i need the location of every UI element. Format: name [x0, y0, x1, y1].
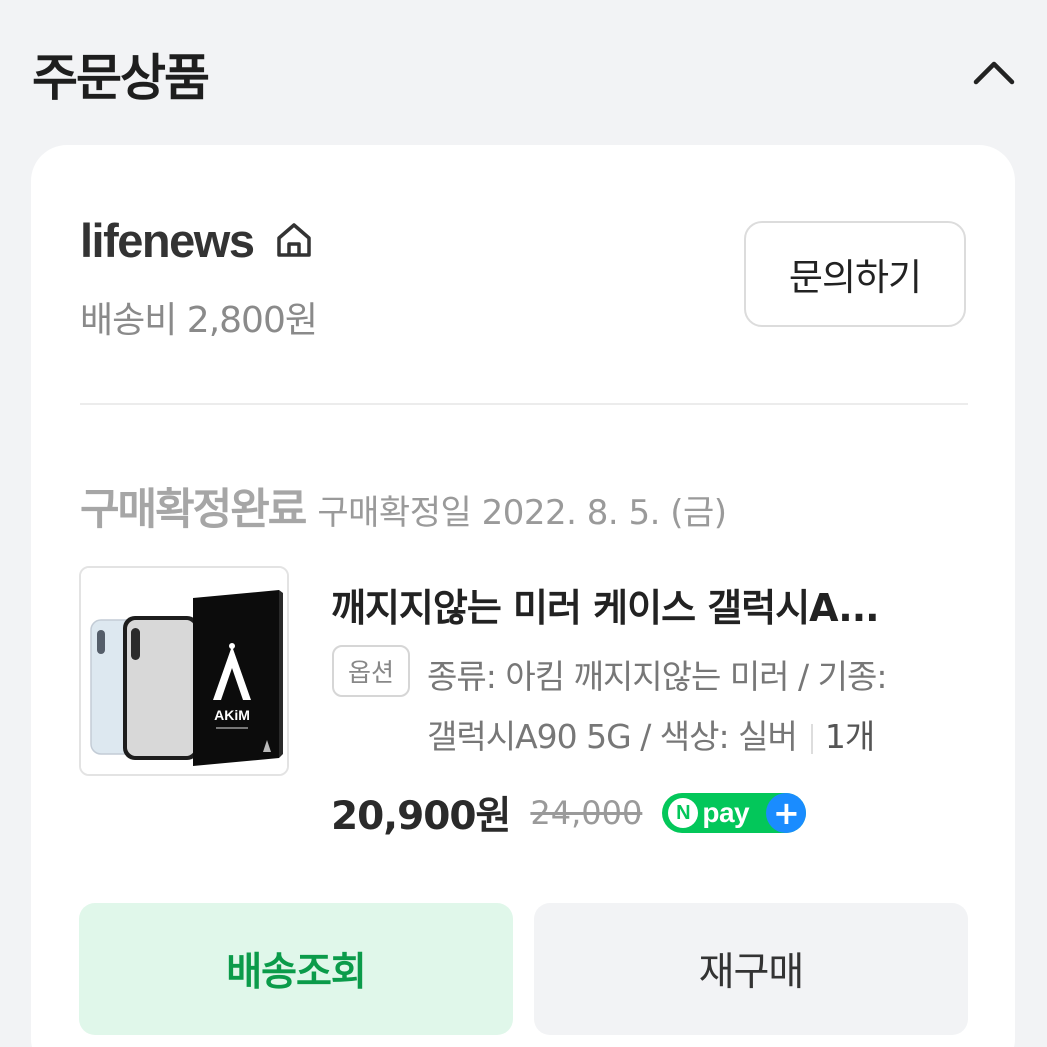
option-line-1: 종류: 아킴 깨지지않는 미러 / 기종: — [427, 657, 887, 696]
sale-price: 20,900원 — [331, 794, 511, 839]
track-delivery-button[interactable]: 배송조회 — [79, 903, 513, 1035]
order-products-header: 주문상품 — [0, 0, 1047, 140]
price-row: 20,900원 24,000 N pay + — [331, 785, 807, 841]
product-options: 종류: 아킴 깨지지않는 미러 / 기종: 갤럭시A90 5G / 색상: 실버… — [427, 647, 972, 767]
order-status-row: 구매확정완료 구매확정일 2022. 8. 5. (금) — [80, 475, 727, 537]
option-line-2: 갤럭시A90 5G / 색상: 실버 1개 — [427, 707, 972, 767]
inquiry-button[interactable]: 문의하기 — [744, 221, 966, 327]
npay-label: pay — [702, 797, 750, 828]
home-icon[interactable] — [274, 220, 314, 260]
seller-name[interactable]: lifenews — [80, 213, 255, 268]
shipping-fee: 배송비 2,800원 — [80, 300, 318, 341]
rebuy-button[interactable]: 재구매 — [534, 903, 968, 1035]
npay-n-icon: N — [668, 798, 699, 828]
product-thumbnail[interactable]: AKiM — [79, 566, 289, 776]
order-card: lifenews 배송비 2,800원 문의하기 구매확정완료 구매확정일 202… — [31, 145, 1015, 1047]
section-title: 주문상품 — [32, 49, 210, 107]
option-badge: 옵션 — [332, 645, 410, 697]
chevron-up-icon — [973, 61, 1015, 85]
order-status: 구매확정완료 — [80, 485, 307, 535]
collapse-button[interactable] — [968, 46, 1020, 98]
quantity: 1개 — [824, 717, 875, 756]
option-values: 갤럭시A90 5G / 색상: 실버 — [427, 717, 798, 756]
divider — [80, 403, 968, 405]
product-image-brand: AKiM — [214, 707, 250, 723]
plus-icon: + — [766, 793, 807, 833]
product-name[interactable]: 깨지지않는 미러 케이스 갤럭시A... — [331, 577, 971, 632]
npay-plus-badge: N pay + — [662, 793, 807, 833]
product-image: AKiM — [81, 568, 287, 774]
original-price: 24,000 — [530, 794, 643, 832]
purchase-confirm-date: 구매확정일 2022. 8. 5. (금) — [317, 493, 727, 533]
separator — [810, 723, 813, 754]
